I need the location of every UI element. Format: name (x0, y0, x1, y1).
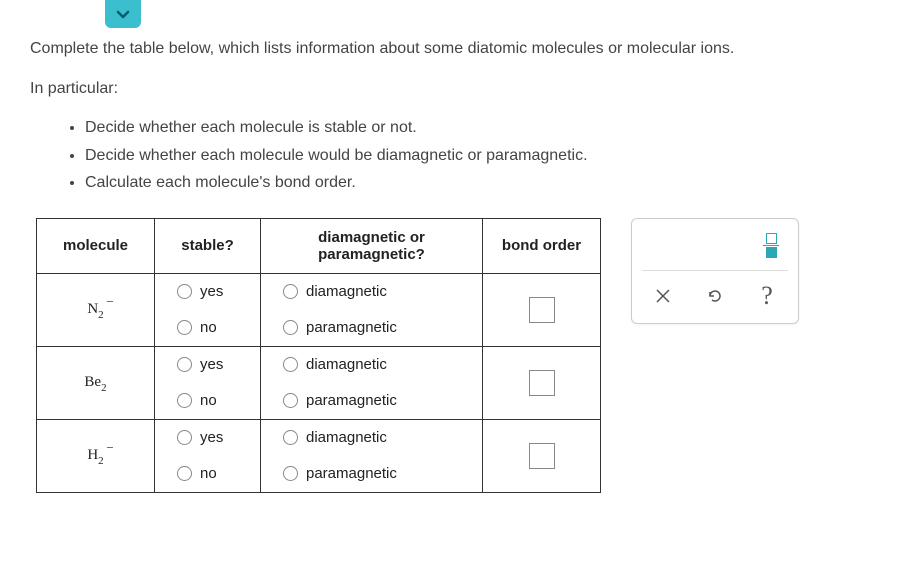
radio-label: no (200, 319, 217, 336)
question-mark-icon: ? (761, 281, 773, 311)
radio-stable-no-0[interactable]: no (155, 310, 260, 346)
radio-stable-yes-0[interactable]: yes (155, 274, 260, 310)
help-button[interactable]: ? (756, 285, 778, 307)
radio-icon (177, 393, 192, 408)
undo-icon (706, 287, 724, 305)
radio-icon (177, 284, 192, 299)
radio-diamagnetic-2[interactable]: diamagnetic (261, 420, 482, 456)
radio-label: diamagnetic (306, 356, 387, 373)
instruction-list: Decide whether each molecule is stable o… (30, 115, 883, 196)
radio-stable-no-1[interactable]: no (155, 383, 260, 419)
mol-sub: 2 (98, 309, 104, 321)
intro-text: Complete the table below, which lists in… (30, 36, 883, 62)
radio-label: no (200, 465, 217, 482)
radio-stable-no-2[interactable]: no (155, 456, 260, 492)
radio-label: diamagnetic (306, 283, 387, 300)
radio-label: paramagnetic (306, 465, 397, 482)
radio-label: diamagnetic (306, 429, 387, 446)
radio-icon (283, 466, 298, 481)
radio-icon (177, 320, 192, 335)
radio-icon (283, 357, 298, 372)
radio-stable-yes-1[interactable]: yes (155, 347, 260, 383)
close-icon (655, 288, 671, 304)
radio-icon (177, 357, 192, 372)
mol-sub: 2 (98, 455, 104, 467)
header-bond-order: bond order (483, 218, 601, 273)
radio-paramagnetic-0[interactable]: paramagnetic (261, 310, 482, 346)
mol-base: H (87, 447, 98, 463)
header-magnetic: diamagnetic or paramagnetic? (261, 218, 483, 273)
mol-sub: 2 (101, 382, 107, 394)
mol-base: N (87, 301, 98, 317)
radio-label: no (200, 392, 217, 409)
toolbar-divider (642, 270, 788, 271)
header-stable: stable? (155, 218, 261, 273)
dropdown-toggle[interactable] (105, 0, 141, 28)
header-molecule: molecule (37, 218, 155, 273)
molecule-table: molecule stable? diamagnetic or paramagn… (36, 218, 601, 493)
molecule-cell-h2minus: H2− (37, 419, 155, 492)
radio-icon (283, 284, 298, 299)
particular-text: In particular: (30, 76, 883, 102)
mol-sup: − (106, 294, 113, 310)
radio-label: yes (200, 429, 223, 446)
bond-order-input-2[interactable] (529, 443, 555, 469)
fraction-numerator-icon (766, 233, 777, 244)
undo-button[interactable] (704, 285, 726, 307)
fraction-denominator-icon (766, 247, 777, 258)
molecule-cell-n2minus: N2− (37, 273, 155, 346)
radio-label: paramagnetic (306, 392, 397, 409)
radio-diamagnetic-0[interactable]: diamagnetic (261, 274, 482, 310)
radio-label: yes (200, 283, 223, 300)
radio-icon (283, 320, 298, 335)
bond-order-input-1[interactable] (529, 370, 555, 396)
mol-base: Be (84, 374, 101, 390)
bullet-bond-order: Calculate each molecule's bond order. (85, 170, 883, 196)
radio-icon (283, 393, 298, 408)
radio-paramagnetic-2[interactable]: paramagnetic (261, 456, 482, 492)
radio-icon (283, 430, 298, 445)
instructions-block: Complete the table below, which lists in… (0, 0, 913, 218)
fraction-tool-button[interactable] (762, 233, 780, 259)
clear-button[interactable] (652, 285, 674, 307)
radio-icon (177, 466, 192, 481)
radio-icon (177, 430, 192, 445)
radio-paramagnetic-1[interactable]: paramagnetic (261, 383, 482, 419)
bullet-magnetic: Decide whether each molecule would be di… (85, 143, 883, 169)
mol-sup: − (106, 440, 113, 456)
molecule-cell-be2: Be2 (37, 346, 155, 419)
radio-diamagnetic-1[interactable]: diamagnetic (261, 347, 482, 383)
fraction-line-icon (763, 245, 779, 247)
radio-label: paramagnetic (306, 319, 397, 336)
radio-stable-yes-2[interactable]: yes (155, 420, 260, 456)
bullet-stable: Decide whether each molecule is stable o… (85, 115, 883, 141)
radio-label: yes (200, 356, 223, 373)
chevron-down-icon (115, 6, 131, 22)
toolbar-panel: ? (631, 218, 799, 325)
bond-order-input-0[interactable] (529, 297, 555, 323)
